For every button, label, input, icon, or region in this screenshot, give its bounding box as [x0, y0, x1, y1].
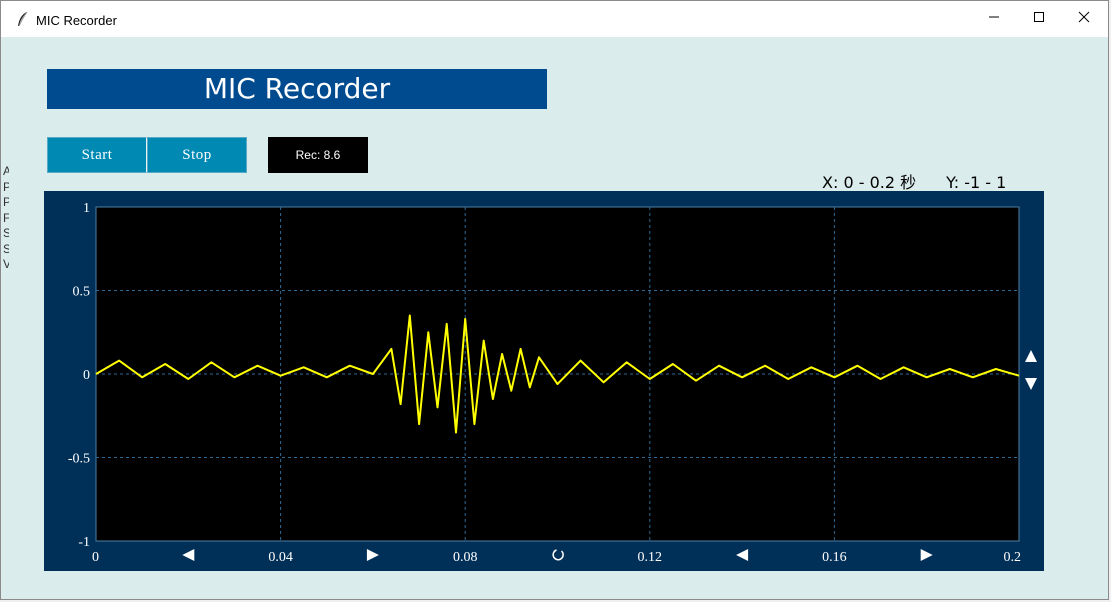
right-arrow-icon[interactable]: [920, 549, 933, 561]
close-button[interactable]: [1061, 1, 1107, 37]
clipped-char: A: [3, 164, 9, 178]
clipped-side-text: A P P F S S V: [3, 164, 9, 273]
clipped-char: P: [3, 179, 9, 194]
up-arrow-icon[interactable]: [1025, 350, 1037, 362]
window-title: MIC Recorder: [36, 13, 117, 28]
x-tick-label: 0.2: [1004, 550, 1022, 565]
app-window: MIC Recorder A P P F S S V MIC Recorder …: [0, 0, 1109, 600]
maximize-button[interactable]: [1016, 1, 1062, 37]
feather-icon: [15, 11, 31, 27]
x-tick-label: 0: [92, 550, 99, 565]
y-tick-label: -0.5: [68, 452, 90, 467]
clipped-char: V: [3, 257, 9, 271]
clipped-char: P: [3, 195, 9, 209]
minimize-button[interactable]: [971, 1, 1017, 37]
left-arrow-icon[interactable]: [182, 549, 195, 561]
waveform-chart: 10.50-0.5-10 0.04 0.08 0.12 0.16 0.2: [68, 201, 1037, 565]
app-header-title: MIC Recorder: [47, 69, 547, 109]
close-icon: [1078, 10, 1090, 28]
clipped-char: S: [3, 226, 9, 240]
x-tick-label: 0.16: [822, 550, 847, 565]
y-tick-label: 1: [83, 201, 90, 216]
clipped-char: S: [3, 241, 9, 256]
left-arrow-icon[interactable]: [736, 549, 749, 561]
start-button[interactable]: Start: [47, 137, 147, 173]
stop-button[interactable]: Stop: [147, 137, 247, 173]
recording-counter: Rec: 8.6: [268, 137, 368, 173]
maximize-icon: [1033, 10, 1045, 28]
x-tick-label: 0.12: [638, 550, 663, 565]
y-tick-label: 0.5: [73, 285, 91, 300]
down-arrow-icon[interactable]: [1025, 378, 1037, 390]
clipped-char: F: [3, 210, 9, 225]
x-range-text: X: 0 - 0.2 秒: [822, 173, 917, 192]
x-tick-label: 0.04: [268, 550, 293, 565]
title-bar[interactable]: MIC Recorder: [1, 1, 1108, 37]
y-tick-label: 0: [83, 368, 90, 383]
x-tick-label: 0.08: [453, 550, 478, 565]
y-range-text: Y: -1 - 1: [946, 173, 1007, 192]
right-arrow-icon[interactable]: [366, 549, 379, 561]
y-tick-label: -1: [78, 535, 90, 550]
minimize-icon: [988, 10, 1000, 28]
range-readout: X: 0 - 0.2 秒 Y: -1 - 1: [822, 169, 1006, 193]
oscilloscope-panel: 1 0.5 0 -0.5 -1 0 0.04 0.08 0.12 0.16 0.2: [44, 191, 1044, 571]
reset-icon[interactable]: [552, 549, 564, 561]
